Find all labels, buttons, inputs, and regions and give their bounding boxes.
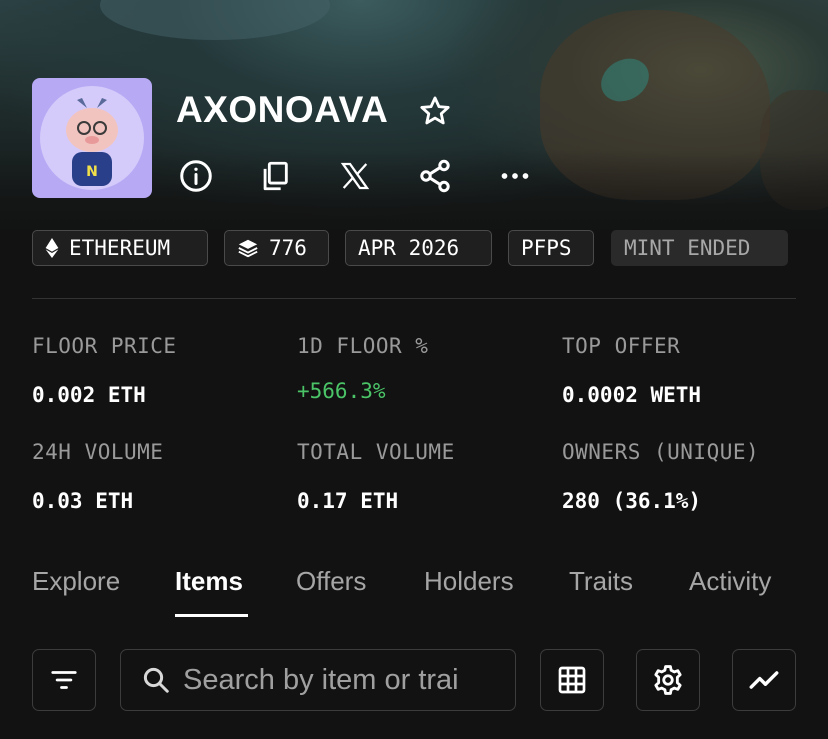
items-count-tag[interactable]: 776 [224,230,329,266]
search-icon [143,667,169,693]
mint-status-label: MINT ENDED [624,236,751,260]
settings-icon [654,665,682,695]
floor-price-label: FLOOR PRICE [32,334,177,358]
tab-traits[interactable]: Traits [569,566,633,597]
chain-tag-label: ETHEREUM [69,236,171,260]
chain-tag[interactable]: ETHEREUM [32,230,208,266]
grid-view-button[interactable] [540,649,604,711]
x-logo-icon[interactable] [335,156,375,196]
floor-change-label: 1D FLOOR % [297,334,429,358]
filter-icon [51,671,77,689]
total-volume-label: TOTAL VOLUME [297,440,455,464]
star-icon[interactable] [418,94,452,128]
top-offer-value: 0.0002 WETH [562,383,702,407]
category-label: PFPS [521,236,572,260]
category-tag[interactable]: PFPS [508,230,594,266]
tab-holders[interactable]: Holders [424,566,514,597]
tab-offers[interactable]: Offers [296,566,366,597]
chart-icon [749,671,779,689]
top-offer-label: TOP OFFER [562,334,681,358]
grid-icon [558,666,586,694]
ethereum-icon [45,238,59,258]
search-input[interactable] [183,663,513,697]
owners-label: OWNERS (UNIQUE) [562,440,760,464]
copy-icon[interactable] [255,156,295,196]
tab-items[interactable]: Items [175,566,243,597]
collection-avatar: N [32,78,152,198]
mint-status-tag: MINT ENDED [611,230,788,266]
volume-24h-value: 0.03 ETH [32,489,134,513]
volume-24h-label: 24H VOLUME [32,440,164,464]
created-date-label: APR 2026 [358,236,460,260]
share-icon[interactable] [415,156,455,196]
tab-explore[interactable]: Explore [32,566,120,597]
total-volume-value: 0.17 ETH [297,489,399,513]
avatar-letter: N [86,164,98,180]
created-date-tag: APR 2026 [345,230,492,266]
active-tab-indicator [175,614,248,617]
layers-icon [238,239,258,258]
filter-button[interactable] [32,649,96,711]
floor-change-value: +566.3% [297,379,386,403]
analytics-button[interactable] [732,649,796,711]
settings-button[interactable] [636,649,700,711]
owners-value: 280 (36.1%) [562,489,702,513]
divider [32,298,796,299]
more-icon[interactable] [495,156,535,196]
info-icon[interactable] [176,156,216,196]
collection-title: AXONOAVA [176,89,389,130]
tab-activity[interactable]: Activity [689,566,771,597]
items-count-label: 776 [269,236,307,260]
search-field[interactable] [120,649,516,711]
floor-price-value: 0.002 ETH [32,383,146,407]
